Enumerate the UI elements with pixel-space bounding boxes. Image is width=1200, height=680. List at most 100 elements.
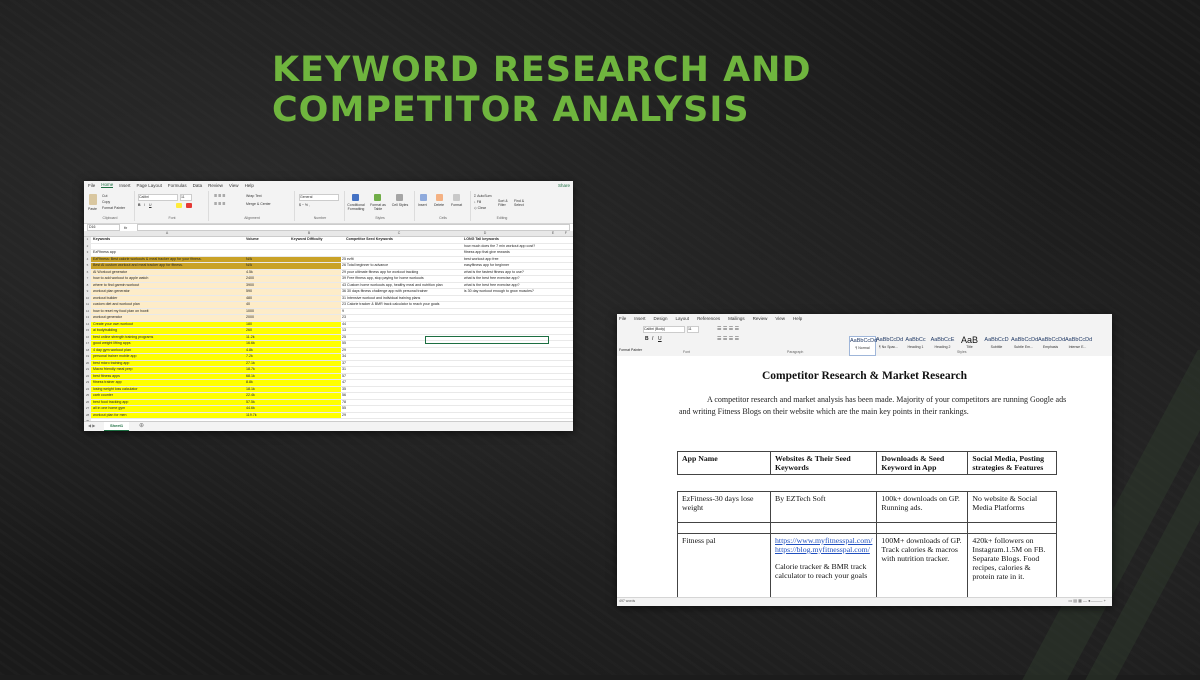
style-gallery-item[interactable]: AaBbCcDd ¶ No Spac...	[876, 336, 903, 354]
align-icon[interactable]: ☰ ☰ ☰ ☰	[717, 336, 739, 342]
excel-share-button[interactable]: Share	[558, 183, 570, 188]
cell-keyword[interactable]: best online strength training programs	[93, 335, 243, 341]
excel-clear-button[interactable]: ◇ Clear	[474, 206, 486, 210]
excel-autosum-button[interactable]: Σ AutoSum	[474, 194, 492, 198]
cell-keyword[interactable]: EzFitness app	[93, 250, 243, 256]
column-header[interactable]: B	[244, 231, 374, 235]
cell-keyword[interactable]: good weight lifting apps	[93, 341, 243, 347]
table-cell[interactable]: By EZTech Soft	[769, 491, 878, 523]
table-header-cell[interactable]: App Name	[677, 451, 771, 475]
cell-volume[interactable]: 18.7k	[246, 367, 286, 373]
italic-icon[interactable]: I	[144, 203, 145, 207]
excel-menu-home[interactable]: Home	[101, 182, 114, 188]
cell-long-tail[interactable]: what is the best free exercise app?	[464, 276, 569, 282]
excel-format-as-table-button[interactable]: Format as Table	[368, 203, 388, 211]
cell-volume[interactable]: 57.5k	[246, 400, 286, 406]
excel-find-select-button[interactable]: Find & Select	[514, 199, 528, 207]
cell-seed[interactable]: 37	[342, 361, 462, 367]
excel-menu-file[interactable]: File	[88, 183, 95, 188]
word-menu-file[interactable]: File	[619, 316, 626, 321]
cell-seed[interactable]: 47	[342, 380, 462, 386]
cell-volume[interactable]: 480	[246, 296, 286, 302]
excel-menu-page-layout[interactable]: Page Layout	[137, 183, 162, 188]
header-seed[interactable]: Competitor Seed Keywords	[346, 237, 393, 243]
fill-color-icon[interactable]	[176, 203, 182, 208]
word-document-page[interactable]: Competitor Research & Market Research A …	[617, 356, 1112, 599]
excel-menu-insert[interactable]: Insert	[119, 183, 130, 188]
cell-volume[interactable]: 590	[246, 289, 286, 295]
excel-fill-button[interactable]: ↓ Fill	[474, 200, 481, 204]
cell-keyword[interactable]: losing weight loss calculator	[93, 387, 243, 393]
currency-icon[interactable]: $ ~ % ,	[299, 203, 310, 207]
cell-seed[interactable]: 78	[342, 400, 462, 406]
table-header-cell[interactable]: Websites & Their Seed Keywords	[769, 451, 878, 475]
excel-format-button[interactable]: Format	[451, 203, 462, 207]
cell-keyword[interactable]: custom diet and workout plan	[93, 302, 243, 308]
insert-cells-icon[interactable]	[420, 194, 427, 201]
word-menu-review[interactable]: Review	[753, 316, 768, 321]
cell-volume[interactable]: 2000	[246, 315, 286, 321]
cell-volume[interactable]: 11.2k	[246, 335, 286, 341]
cell-volume[interactable]: 3900	[246, 283, 286, 289]
table-header-cell[interactable]: Downloads & Seed Keyword in App	[876, 451, 969, 475]
cell-seed[interactable]: 39 Free fitness app, stop paying for hom…	[342, 276, 462, 282]
header-difficulty[interactable]: Keyword Difficulty	[291, 237, 323, 243]
table-cell[interactable]: Fitness pal	[677, 533, 771, 599]
cell-keyword[interactable]: best micro training app	[93, 361, 243, 367]
table-header-cell[interactable]: Social Media, Posting strategies & Featu…	[967, 451, 1058, 475]
cell-keyword[interactable]: all in one home gym	[93, 406, 243, 412]
excel-number-format-select[interactable]: General	[299, 194, 339, 201]
excel-menu-data[interactable]: Data	[193, 183, 203, 188]
style-gallery-item[interactable]: AaBbCcDd Emphasis	[1038, 336, 1065, 354]
cell-long-tail[interactable]: how much does the 7 min workout app cost…	[464, 244, 569, 250]
cell-volume[interactable]: 27.1k	[246, 361, 286, 367]
cell-volume[interactable]: N/A	[246, 257, 286, 263]
myfitnesspal-link[interactable]: https://www.myfitnesspal.com/	[775, 536, 872, 545]
word-menu-insert[interactable]: Insert	[634, 316, 645, 321]
style-gallery-item[interactable]: AaBbCcDd Intense E...	[1065, 336, 1092, 354]
cell-volume[interactable]: 4.5k	[246, 270, 286, 276]
word-menu-mailings[interactable]: Mailings	[728, 316, 745, 321]
excel-conditional-formatting-button[interactable]: Conditional Formatting	[346, 203, 366, 211]
table-cell[interactable]: https://www.myfitnesspal.com/ https://bl…	[769, 533, 878, 599]
excel-wrap-text-button[interactable]: Wrap Text	[246, 194, 262, 198]
cell-volume[interactable]: 4.8k	[246, 348, 286, 354]
cell-volume[interactable]: N/A	[246, 263, 286, 269]
italic-icon[interactable]: I	[652, 336, 653, 342]
excel-sort-filter-button[interactable]: Sort & Filter	[498, 199, 512, 207]
excel-paste-button[interactable]: Paste	[88, 207, 97, 211]
style-gallery-item[interactable]: AaBbCcD Subtitle	[984, 336, 1009, 354]
table-cell[interactable]: EzFitness-30 days lose weight	[677, 491, 771, 523]
cell-seed[interactable]: 29	[342, 413, 462, 419]
excel-format-painter-button[interactable]: Format Painter	[102, 206, 125, 210]
cell-seed[interactable]: 31 Intensive workout and individual trai…	[342, 296, 462, 302]
cell-volume[interactable]: 18.1k	[246, 387, 286, 393]
cell-seed[interactable]: 36 30 days fitness challenge app with pe…	[342, 289, 462, 295]
cell-volume[interactable]: 260	[246, 328, 286, 334]
cell-seed[interactable]: 23	[342, 315, 462, 321]
header-long-tail[interactable]: LONG Tail keywords	[464, 237, 499, 243]
cell-long-tail[interactable]: best workout app free	[464, 257, 569, 263]
cell-seed[interactable]: 23 Calorie tracker & BMR track calculato…	[342, 302, 462, 308]
word-font-select[interactable]: Calibri (Body)	[643, 326, 685, 333]
cell-keyword[interactable]: workout builder	[93, 296, 243, 302]
cell-keyword[interactable]: workout plan generator	[93, 289, 243, 295]
column-header[interactable]: D	[424, 231, 546, 235]
cell-seed[interactable]: 9	[342, 309, 462, 315]
excel-insert-button[interactable]: Insert	[418, 203, 427, 207]
style-gallery-item[interactable]: AaBbCcE Heading 2	[930, 336, 955, 354]
cell-styles-icon[interactable]	[396, 194, 403, 201]
excel-delete-button[interactable]: Delete	[434, 203, 444, 207]
cell-keyword[interactable]: workout plan for men	[93, 413, 243, 419]
cell-keyword[interactable]: AI Workout generator	[93, 270, 243, 276]
bullets-icon[interactable]: ☰ ☰ ☰ ☰	[717, 326, 739, 332]
view-mode-icons[interactable]: ▭ ▤ ▦ — ●——— +	[1068, 598, 1106, 603]
word-font-size-select[interactable]: 11	[687, 326, 699, 333]
cell-volume[interactable]: 40	[246, 302, 286, 308]
excel-font-size-select[interactable]: 11	[180, 194, 192, 201]
cell-volume[interactable]: 8.8k	[246, 380, 286, 386]
table-cell[interactable]: 100k+ downloads on GP. Running ads.	[876, 491, 969, 523]
add-sheet-icon[interactable]: ⊕	[139, 422, 144, 429]
column-header[interactable]: C	[374, 231, 424, 235]
word-menu-help[interactable]: Help	[793, 316, 802, 321]
